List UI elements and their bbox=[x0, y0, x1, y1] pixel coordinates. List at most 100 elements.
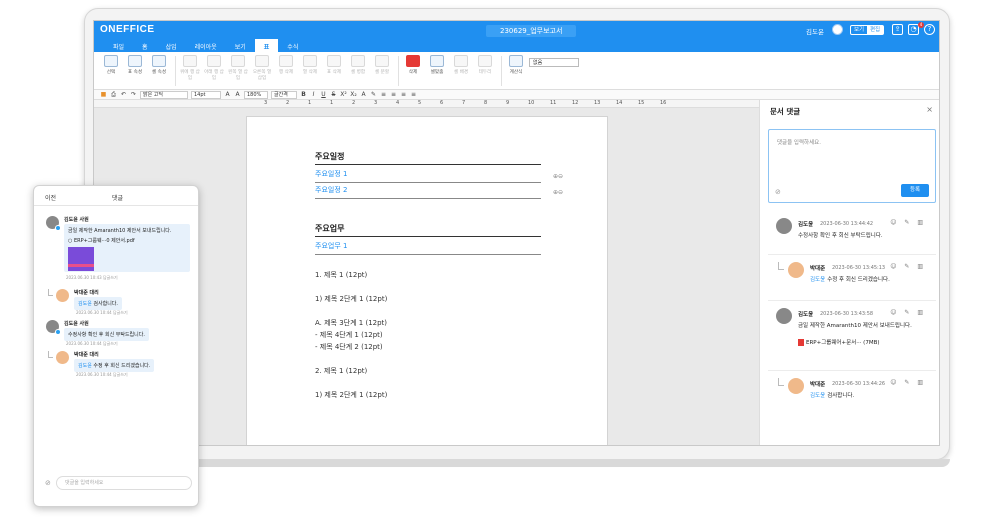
bold-icon[interactable]: B bbox=[300, 91, 307, 98]
comment-actions[interactable]: ☺ ✎ ▥ bbox=[890, 219, 926, 226]
mention[interactable]: 김도윤 bbox=[78, 301, 92, 307]
comment-actions[interactable]: ☺ ✎ ▥ bbox=[890, 379, 926, 386]
subscript-icon[interactable]: X₂ bbox=[350, 91, 357, 98]
body-line[interactable] bbox=[315, 353, 541, 365]
add-remove-icons[interactable]: ⊕⊖ bbox=[553, 186, 563, 200]
ribbon-button[interactable]: 열 삭제 bbox=[299, 52, 321, 89]
schedule-item-label[interactable]: 주요일정 2 bbox=[315, 186, 347, 194]
font-family-select[interactable]: 맑은 고딕 bbox=[140, 90, 188, 99]
ribbon-button[interactable]: 선택 bbox=[100, 52, 122, 89]
body-line[interactable]: - 제목 4단계 2 (12pt) bbox=[315, 341, 541, 353]
task-item[interactable]: 주요업무 1 bbox=[315, 239, 541, 255]
help-icon[interactable]: ? bbox=[924, 24, 935, 35]
menu-item-1[interactable]: 홈 bbox=[133, 39, 157, 52]
align-justify-icon[interactable]: ≡ bbox=[410, 91, 417, 98]
file-thumbnail[interactable] bbox=[68, 247, 94, 271]
ribbon-button[interactable]: 셀 배경 bbox=[450, 52, 472, 89]
menu-item-6[interactable]: 수식 bbox=[278, 39, 307, 52]
attach-icon[interactable]: ⊘ bbox=[45, 479, 51, 487]
menu-item-4[interactable]: 보기 bbox=[226, 39, 255, 52]
ribbon-button[interactable]: 왼쪽 열 삽입 bbox=[227, 52, 249, 89]
back-button[interactable]: 이전 bbox=[45, 193, 56, 202]
font-color-icon[interactable]: A bbox=[360, 91, 367, 98]
ribbon-button[interactable]: 테두리 bbox=[474, 52, 496, 89]
mention[interactable]: 김도윤 bbox=[78, 363, 92, 369]
italic-icon[interactable]: I bbox=[310, 91, 317, 98]
body-line[interactable] bbox=[315, 377, 541, 389]
align-left-icon[interactable]: ≡ bbox=[380, 91, 387, 98]
superscript-icon[interactable]: X² bbox=[340, 91, 347, 98]
undo-icon[interactable]: ↶ bbox=[120, 91, 127, 98]
strikethrough-icon[interactable]: S bbox=[330, 91, 337, 98]
ribbon-button[interactable]: 표 속성 bbox=[124, 52, 146, 89]
share-icon[interactable]: ⇪ bbox=[892, 24, 903, 35]
schedule-item[interactable]: 주요일정 1 ⊕⊖ bbox=[315, 167, 563, 183]
document-page[interactable]: 주요일정 주요일정 1 ⊕⊖ 주요일정 2 ⊕⊖ 주요업무 주요업무 1 1. … bbox=[246, 116, 608, 445]
submit-button[interactable]: 등록 bbox=[901, 184, 929, 197]
redo-icon[interactable]: ↷ bbox=[130, 91, 137, 98]
ribbon-button[interactable]: 셀 병합 bbox=[347, 52, 369, 89]
body-line[interactable]: A. 제목 3단계 1 (12pt) bbox=[315, 317, 541, 329]
edit-mode-option[interactable]: 편집 bbox=[867, 26, 883, 34]
comment-body: 금일 제작한 Amaranth10 제안서 보내드립니다. bbox=[798, 323, 912, 329]
font-shrink-icon[interactable]: A bbox=[234, 91, 241, 98]
body-line[interactable]: 1) 제목 2단계 1 (12pt) bbox=[315, 389, 541, 401]
file-bubble[interactable]: 금일 제작한 Amaranth10 제안서 보내드립니다. ○ ERP+그룹웨··… bbox=[64, 224, 190, 272]
font-size-select[interactable]: 14pt bbox=[191, 90, 221, 99]
mobile-comment-input[interactable]: 댓글을 입력하세요 bbox=[56, 476, 192, 490]
attachment-name[interactable]: ERP+그룹웨어+문서··· (7MB) bbox=[806, 340, 880, 346]
attachment[interactable]: ERP+그룹웨어+문서··· (7MB) bbox=[798, 338, 880, 346]
comment-actions[interactable]: ☺ ✎ ▥ bbox=[890, 263, 926, 270]
menu-item-2[interactable]: 삽입 bbox=[157, 39, 186, 52]
view-edit-toggle[interactable]: 보기 편집 bbox=[850, 25, 884, 35]
align-right-icon[interactable]: ≡ bbox=[400, 91, 407, 98]
ribbon-button[interactable]: 계산식 bbox=[505, 52, 527, 89]
task-item-label[interactable]: 주요업무 1 bbox=[315, 242, 347, 250]
mention[interactable]: 김도윤 bbox=[810, 277, 825, 283]
font-grow-icon[interactable]: A bbox=[224, 91, 231, 98]
close-icon[interactable]: × bbox=[926, 105, 933, 114]
user-avatar[interactable] bbox=[832, 24, 843, 35]
attach-icon[interactable]: ⊘ bbox=[775, 188, 781, 196]
comment-input[interactable]: 댓글을 입력하세요. ⊘ 등록 bbox=[768, 129, 936, 203]
schedule-item-label[interactable]: 주요일정 1 bbox=[315, 170, 347, 178]
print-icon[interactable]: ⎙ bbox=[110, 91, 117, 99]
body-line[interactable]: - 제목 4단계 1 (12pt) bbox=[315, 329, 541, 341]
body-line[interactable]: 2. 제목 1 (12pt) bbox=[315, 365, 541, 377]
align-center-icon[interactable]: ≡ bbox=[390, 91, 397, 98]
menu-item-3[interactable]: 레이아웃 bbox=[186, 39, 226, 52]
ribbon-button[interactable]: 표 삭제 bbox=[323, 52, 345, 89]
document-title[interactable]: 230629_업무보고서 bbox=[486, 25, 577, 37]
comment-bubble: 김도윤 검사합니다. bbox=[74, 297, 122, 310]
body-line[interactable]: 1) 제목 2단계 1 (12pt) bbox=[315, 293, 541, 305]
ribbon-button[interactable]: 오른쪽 열 삽입 bbox=[251, 52, 273, 89]
highlight-icon[interactable]: ✎ bbox=[370, 91, 377, 98]
attachment-name[interactable]: ○ ERP+그룹웨···0 제안서.pdf bbox=[68, 237, 135, 244]
menu-item-5[interactable]: 표 bbox=[254, 39, 279, 52]
ribbon-button[interactable]: 아래 행 삽입 bbox=[203, 52, 225, 89]
ribbon-button[interactable]: 위에 행 삽입 bbox=[179, 52, 201, 89]
ribbon-icon bbox=[303, 55, 317, 67]
comment-actions[interactable]: ☺ ✎ ▥ bbox=[890, 309, 926, 316]
view-mode-option[interactable]: 보기 bbox=[851, 26, 867, 34]
ruler-number: 1 bbox=[330, 100, 334, 106]
stage: ONEFFICE 230629_업무보고서 김도윤 보기 편집 ⇪ ◔ 4 ? … bbox=[0, 0, 984, 517]
letter-spacing-select[interactable]: 글간격 bbox=[271, 90, 297, 99]
ribbon-button[interactable]: 셀 분할 bbox=[371, 52, 393, 89]
mention[interactable]: 김도윤 bbox=[810, 393, 825, 399]
add-remove-icons[interactable]: ⊕⊖ bbox=[553, 170, 563, 184]
schedule-item[interactable]: 주요일정 2 ⊕⊖ bbox=[315, 183, 563, 199]
ribbon-button[interactable]: 행 삭제 bbox=[275, 52, 297, 89]
line-height-select[interactable]: 180% bbox=[244, 90, 268, 99]
underline-icon[interactable]: U bbox=[320, 91, 327, 98]
attachment-file[interactable]: ERP+그룹웨···0 제안서.pdf bbox=[74, 238, 135, 244]
save-icon[interactable]: ■ bbox=[100, 91, 107, 98]
body-line[interactable]: 1. 제목 1 (12pt) bbox=[315, 269, 541, 281]
ribbon-button[interactable]: 셀맞춤 bbox=[426, 52, 448, 89]
body-line[interactable] bbox=[315, 281, 541, 293]
menu-item-0[interactable]: 파일 bbox=[104, 39, 133, 52]
ribbon-select[interactable]: 없음 bbox=[529, 58, 579, 67]
body-line[interactable] bbox=[315, 305, 541, 317]
ribbon-button[interactable]: 삭제 bbox=[402, 52, 424, 89]
ribbon-button[interactable]: 셀 속성 bbox=[148, 52, 170, 89]
